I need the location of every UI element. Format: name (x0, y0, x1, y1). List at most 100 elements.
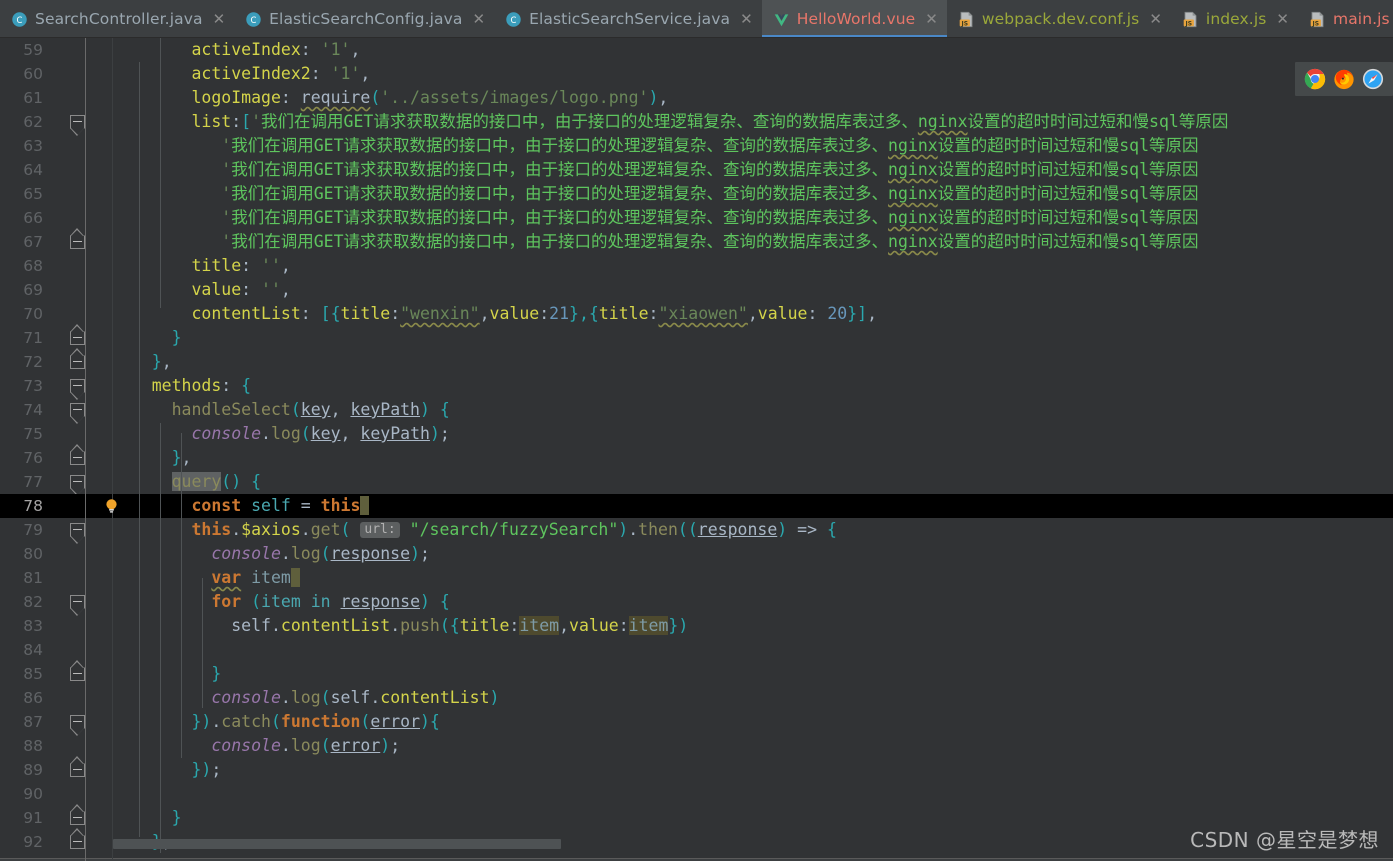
fold-gutter[interactable] (52, 566, 112, 590)
fold-gutter[interactable] (52, 86, 112, 110)
fold-gutter[interactable] (52, 302, 112, 326)
code-line[interactable]: 88 console.log(error); (0, 734, 1393, 758)
code-line[interactable]: 71 } (0, 324, 1393, 350)
chrome-browser-icon[interactable] (1304, 68, 1326, 90)
tab-close-icon[interactable]: ✕ (473, 11, 486, 27)
fold-gutter[interactable] (52, 278, 112, 302)
code-fold-collapse-icon[interactable] (70, 228, 85, 249)
code-line[interactable]: 69 value: '', (0, 278, 1393, 302)
code-line[interactable]: 86 console.log(self.contentList) (0, 686, 1393, 710)
fold-gutter[interactable] (52, 470, 112, 496)
editor-tab-webpack-dev-conf-js[interactable]: JS webpack.dev.conf.js ✕ (947, 0, 1171, 37)
editor-tab-main-js[interactable]: JSmain.js✕ (1298, 0, 1393, 37)
code-fold-expand-icon[interactable] (70, 403, 85, 424)
code-line[interactable]: 62 list:['我们在调用GET请求获取数据的接口中，由于接口的处理逻辑复杂… (0, 110, 1393, 136)
fold-gutter[interactable] (52, 182, 112, 206)
fold-gutter[interactable] (52, 518, 112, 544)
fold-gutter[interactable] (52, 804, 112, 830)
code-fold-collapse-icon[interactable] (70, 348, 85, 369)
code-fold-expand-icon[interactable] (70, 115, 85, 136)
fold-gutter[interactable] (52, 590, 112, 616)
firefox-browser-icon[interactable] (1333, 68, 1355, 90)
editor-tab-helloworld-vue[interactable]: HelloWorld.vue ✕ (761, 0, 948, 37)
code-fold-collapse-icon[interactable] (70, 324, 85, 345)
fold-gutter[interactable] (52, 398, 112, 424)
code-line[interactable]: 76 }, (0, 444, 1393, 470)
fold-gutter[interactable] (52, 828, 112, 854)
fold-gutter[interactable] (52, 62, 112, 86)
code-line[interactable]: 70 contentList: [{title:"wenxin",value:2… (0, 302, 1393, 326)
fold-gutter[interactable] (52, 324, 112, 350)
fold-gutter[interactable] (52, 686, 112, 710)
fold-gutter[interactable] (52, 614, 112, 638)
fold-gutter[interactable] (52, 734, 112, 758)
code-line[interactable]: 61 logoImage: require('../assets/images/… (0, 86, 1393, 110)
tab-close-icon[interactable]: ✕ (213, 11, 226, 27)
intention-bulb-icon[interactable] (103, 497, 120, 515)
code-editor[interactable]: 59 activeIndex: '1', 60 activeIndex2: '1'… (0, 38, 1393, 861)
fold-gutter[interactable] (52, 710, 112, 736)
code-line[interactable]: 60 activeIndex2: '1', (0, 62, 1393, 86)
code-line[interactable]: 68 title: '', (0, 254, 1393, 278)
editor-tab-elasticsearchconfig-java[interactable]: C ElasticSearchConfig.java ✕ (234, 0, 494, 37)
code-fold-expand-icon[interactable] (70, 715, 85, 736)
fold-gutter[interactable] (52, 444, 112, 470)
code-line[interactable]: 67 '我们在调用GET请求获取数据的接口中，由于接口的处理逻辑复杂、查询的数据… (0, 228, 1393, 254)
code-line[interactable]: 89 }); (0, 756, 1393, 782)
fold-gutter[interactable] (52, 158, 112, 182)
code-line[interactable]: 90 (0, 782, 1393, 806)
code-line[interactable]: 91 } (0, 804, 1393, 830)
code-line[interactable]: 78 const self = this (0, 494, 1393, 518)
code-fold-expand-icon[interactable] (70, 523, 85, 544)
fold-gutter[interactable] (52, 638, 112, 662)
editor-tab-index-js[interactable]: JS index.js ✕ (1171, 0, 1298, 37)
code-line[interactable]: 81 var item (0, 566, 1393, 590)
fold-gutter[interactable] (52, 660, 112, 686)
code-line[interactable]: 65 '我们在调用GET请求获取数据的接口中，由于接口的处理逻辑复杂、查询的数据… (0, 182, 1393, 206)
code-line[interactable]: 74 handleSelect(key, keyPath) { (0, 398, 1393, 424)
editor-tab-searchcontroller-java[interactable]: C SearchController.java ✕ (0, 0, 234, 37)
tab-close-icon[interactable]: ✕ (740, 11, 753, 27)
scrollbar-thumb[interactable] (113, 839, 561, 849)
code-line[interactable]: 63 '我们在调用GET请求获取数据的接口中，由于接口的处理逻辑复杂、查询的数据… (0, 134, 1393, 158)
code-fold-collapse-icon[interactable] (70, 828, 85, 849)
code-fold-collapse-icon[interactable] (70, 660, 85, 681)
code-fold-collapse-icon[interactable] (70, 444, 85, 465)
code-line[interactable]: 59 activeIndex: '1', (0, 38, 1393, 62)
code-line[interactable]: 85 } (0, 660, 1393, 686)
fold-gutter[interactable] (52, 110, 112, 136)
fold-gutter[interactable] (52, 542, 112, 566)
code-line[interactable]: 80 console.log(response); (0, 542, 1393, 566)
code-line[interactable]: 84 (0, 638, 1393, 662)
fold-gutter[interactable] (52, 782, 112, 806)
code-line[interactable]: 66 '我们在调用GET请求获取数据的接口中，由于接口的处理逻辑复杂、查询的数据… (0, 206, 1393, 230)
code-line[interactable]: 83 self.contentList.push({title:item,val… (0, 614, 1393, 638)
fold-gutter[interactable] (52, 756, 112, 782)
code-line[interactable]: 72 }, (0, 348, 1393, 374)
code-line[interactable]: 75 console.log(key, keyPath); (0, 422, 1393, 446)
fold-gutter[interactable] (52, 374, 112, 400)
code-fold-collapse-icon[interactable] (70, 756, 85, 777)
code-line[interactable]: 82 for (item in response) { (0, 590, 1393, 616)
fold-gutter[interactable] (52, 422, 112, 446)
fold-gutter[interactable] (52, 348, 112, 374)
code-line[interactable]: 73 methods: { (0, 374, 1393, 400)
fold-gutter[interactable] (52, 38, 112, 62)
fold-gutter[interactable] (52, 206, 112, 230)
code-fold-expand-icon[interactable] (70, 595, 85, 616)
code-line[interactable]: 79 this.$axios.get( url: "/search/fuzzyS… (0, 518, 1393, 544)
code-fold-collapse-icon[interactable] (70, 804, 85, 825)
code-line[interactable]: 87 }).catch(function(error){ (0, 710, 1393, 736)
code-fold-expand-icon[interactable] (70, 379, 85, 400)
code-line[interactable]: 64 '我们在调用GET请求获取数据的接口中，由于接口的处理逻辑复杂、查询的数据… (0, 158, 1393, 182)
safari-browser-icon[interactable] (1362, 68, 1384, 90)
fold-gutter[interactable] (52, 228, 112, 254)
code-line[interactable]: 77 query() { (0, 470, 1393, 496)
code-fold-expand-icon[interactable] (70, 475, 85, 496)
editor-tab-elasticsearchservice-java[interactable]: C ElasticSearchService.java ✕ (494, 0, 762, 37)
fold-gutter[interactable] (52, 134, 112, 158)
tab-close-icon[interactable]: ✕ (1149, 11, 1162, 27)
tab-close-icon[interactable]: ✕ (925, 11, 938, 27)
fold-gutter[interactable] (52, 254, 112, 278)
tab-close-icon[interactable]: ✕ (1276, 11, 1289, 27)
